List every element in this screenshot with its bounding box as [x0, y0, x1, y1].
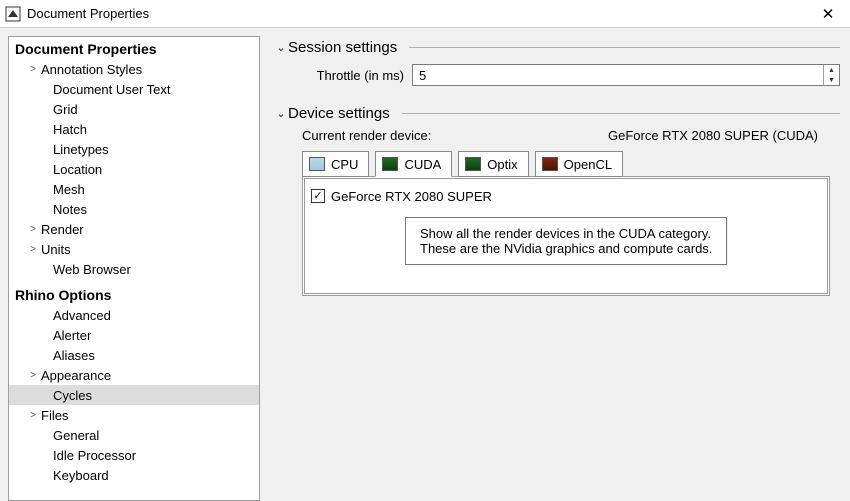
- tree-item-web-browser[interactable]: Web Browser: [9, 259, 259, 279]
- tree-item-idle-processor[interactable]: Idle Processor: [9, 445, 259, 465]
- group-title: Session settings: [288, 39, 405, 56]
- options-tree: Document Properties >Annotation StylesDo…: [8, 36, 260, 501]
- chip-icon: [382, 157, 398, 171]
- tree-item-alerter[interactable]: Alerter: [9, 325, 259, 345]
- tree-item-label: Alerter: [51, 328, 91, 343]
- chevron-right-icon[interactable]: >: [27, 64, 39, 75]
- device-list-panel: ✓ GeForce RTX 2080 SUPER Show all the ren…: [302, 176, 830, 296]
- chip-icon: [542, 157, 558, 171]
- tree-item-units[interactable]: >Units: [9, 239, 259, 259]
- chip-icon: [465, 157, 481, 171]
- tab-label: OpenCL: [564, 157, 612, 172]
- spin-down-icon[interactable]: ▼: [824, 75, 839, 85]
- app-icon: [4, 5, 22, 23]
- tooltip-text: These are the NVidia graphics and comput…: [420, 241, 712, 256]
- tree-item-aliases[interactable]: Aliases: [9, 345, 259, 365]
- spin-up-icon[interactable]: ▲: [824, 65, 839, 75]
- tooltip: Show all the render devices in the CUDA …: [405, 217, 727, 265]
- tree-item-grid[interactable]: Grid: [9, 99, 259, 119]
- tree-item-label: Hatch: [51, 122, 87, 137]
- tree-item-label: Document User Text: [51, 82, 171, 97]
- settings-panel: ⌄ Session settings Throttle (in ms) ▲ ▼ …: [260, 36, 850, 501]
- tree-item-label: Render: [39, 222, 84, 237]
- tree-item-label: Aliases: [51, 348, 95, 363]
- tree-item-label: Grid: [51, 102, 78, 117]
- group-title: Device settings: [288, 105, 398, 122]
- tree-item-label: Keyboard: [51, 468, 109, 483]
- tree-item-label: Location: [51, 162, 102, 177]
- tree-item-general[interactable]: General: [9, 425, 259, 445]
- chip-icon: [309, 157, 325, 171]
- current-device-label: Current render device:: [302, 128, 431, 143]
- tree-item-appearance[interactable]: >Appearance: [9, 365, 259, 385]
- chevron-right-icon[interactable]: >: [27, 244, 39, 255]
- tab-label: Optix: [487, 157, 517, 172]
- divider: [402, 113, 840, 114]
- device-tab-optix[interactable]: Optix: [458, 151, 528, 177]
- current-device-value: GeForce RTX 2080 SUPER (CUDA): [608, 128, 840, 143]
- tree-item-document-user-text[interactable]: Document User Text: [9, 79, 259, 99]
- tree-item-render[interactable]: >Render: [9, 219, 259, 239]
- divider: [409, 47, 840, 48]
- device-list-item[interactable]: ✓ GeForce RTX 2080 SUPER: [311, 185, 821, 207]
- tree-item-label: Advanced: [51, 308, 111, 323]
- tree-item-label: General: [51, 428, 99, 443]
- group-session-settings: ⌄ Session settings Throttle (in ms) ▲ ▼: [274, 36, 840, 92]
- throttle-label: Throttle (in ms): [302, 68, 412, 83]
- tree-item-label: Cycles: [51, 388, 92, 403]
- tree-item-location[interactable]: Location: [9, 159, 259, 179]
- checkbox[interactable]: ✓: [311, 189, 325, 203]
- spinner-buttons[interactable]: ▲ ▼: [823, 65, 839, 85]
- tree-item-label: Web Browser: [51, 262, 131, 277]
- device-tab-opencl[interactable]: OpenCL: [535, 151, 623, 177]
- throttle-spinbox[interactable]: ▲ ▼: [412, 64, 840, 86]
- group-header-session[interactable]: ⌄ Session settings: [274, 36, 840, 58]
- close-button[interactable]: ✕: [808, 0, 848, 27]
- tree-item-label: Annotation Styles: [39, 62, 142, 77]
- group-header-device[interactable]: ⌄ Device settings: [274, 102, 840, 124]
- throttle-input[interactable]: [413, 65, 823, 85]
- tree-item-advanced[interactable]: Advanced: [9, 305, 259, 325]
- tree-item-label: Notes: [51, 202, 87, 217]
- tree-section-docprops: Document Properties: [9, 37, 259, 59]
- device-tab-cpu[interactable]: CPU: [302, 151, 369, 177]
- window-title: Document Properties: [27, 6, 808, 21]
- tree-item-files[interactable]: >Files: [9, 405, 259, 425]
- tree-item-label: Mesh: [51, 182, 85, 197]
- chevron-right-icon[interactable]: >: [27, 410, 39, 421]
- tree-item-annotation-styles[interactable]: >Annotation Styles: [9, 59, 259, 79]
- group-device-settings: ⌄ Device settings Current render device:…: [274, 102, 840, 296]
- tree-item-label: Units: [39, 242, 71, 257]
- tab-label: CUDA: [404, 157, 441, 172]
- tree-section-rhino-options: Rhino Options: [9, 283, 259, 305]
- tree-item-label: Linetypes: [51, 142, 109, 157]
- chevron-down-icon: ⌄: [274, 107, 288, 120]
- tree-item-label: Files: [39, 408, 68, 423]
- tooltip-text: Show all the render devices in the CUDA …: [420, 226, 712, 241]
- chevron-right-icon[interactable]: >: [27, 370, 39, 381]
- tree-item-label: Appearance: [39, 368, 111, 383]
- tree-item-cycles[interactable]: Cycles: [9, 385, 259, 405]
- device-tab-cuda[interactable]: CUDA: [375, 151, 452, 177]
- titlebar: Document Properties ✕: [0, 0, 850, 28]
- tab-label: CPU: [331, 157, 358, 172]
- tree-item-mesh[interactable]: Mesh: [9, 179, 259, 199]
- tree-item-linetypes[interactable]: Linetypes: [9, 139, 259, 159]
- chevron-right-icon[interactable]: >: [27, 224, 39, 235]
- device-item-label: GeForce RTX 2080 SUPER: [331, 189, 492, 204]
- device-tabs: CPU CUDA Optix OpenCL: [274, 151, 840, 177]
- tree-item-label: Idle Processor: [51, 448, 136, 463]
- tree-item-hatch[interactable]: Hatch: [9, 119, 259, 139]
- tree-item-keyboard[interactable]: Keyboard: [9, 465, 259, 485]
- chevron-down-icon: ⌄: [274, 41, 288, 54]
- tree-item-notes[interactable]: Notes: [9, 199, 259, 219]
